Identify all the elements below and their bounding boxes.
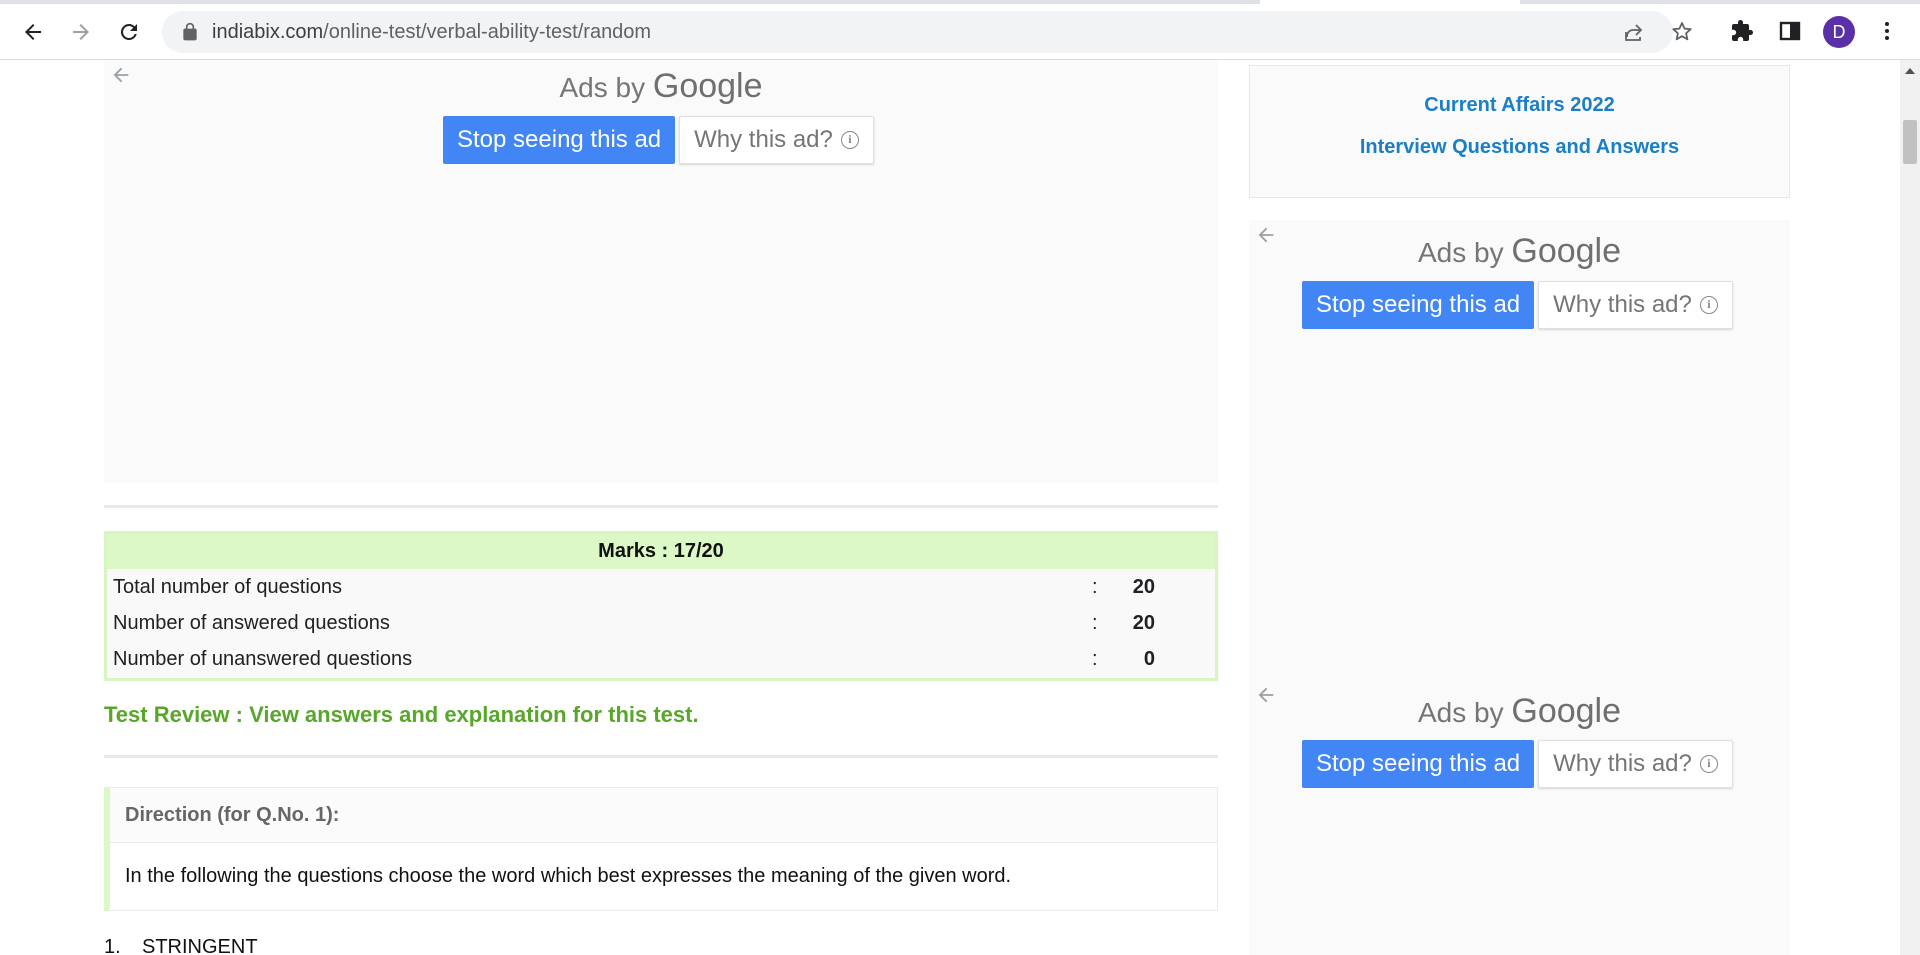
reload-button[interactable] <box>111 14 147 50</box>
info-icon: i <box>840 131 859 149</box>
summary-separator: : <box>1092 648 1098 670</box>
browser-toolbar: indiabix.com/online-test/verbal-ability-… <box>0 0 1920 60</box>
arrow-right-icon <box>73 24 89 40</box>
ad-banner-sidebar-2: Ads by Google Stop seeing this ad Why th… <box>1249 680 1790 955</box>
ads-by-google-label: Ads by Google <box>1249 692 1790 731</box>
why-this-ad-button[interactable]: Why this ad? i <box>1538 281 1733 329</box>
why-this-ad-label: Why this ad? <box>694 126 833 153</box>
direction-title: Direction (for Q.No. 1): <box>110 788 1217 843</box>
summary-value: 20 <box>1132 576 1155 598</box>
puzzle-icon <box>1732 20 1753 41</box>
summary-row-unanswered: Number of unanswered questions : 0 <box>107 641 1215 677</box>
back-button[interactable] <box>15 14 51 50</box>
google-logo: Google <box>652 67 763 105</box>
vertical-scrollbar[interactable] <box>1900 60 1920 955</box>
google-logo: Google <box>1511 692 1622 730</box>
direction-box: Direction (for Q.No. 1): In the followin… <box>104 787 1218 911</box>
page-content: Ads by Google Stop seeing this ad Why th… <box>0 60 1900 955</box>
why-this-ad-label: Why this ad? <box>1553 291 1692 318</box>
stop-seeing-ad-button[interactable]: Stop seeing this ad <box>1302 740 1535 788</box>
summary-label: Number of answered questions <box>113 612 390 634</box>
ads-by-text: Ads by <box>1417 697 1504 728</box>
arrow-left-icon <box>25 24 41 40</box>
divider <box>104 505 1218 508</box>
reload-icon <box>120 23 137 40</box>
kebab-menu-icon <box>1885 22 1889 40</box>
divider <box>104 755 1218 758</box>
ad-controls: Stop seeing this ad Why this ad? i <box>1302 740 1733 788</box>
summary-label: Number of unanswered questions <box>113 648 413 670</box>
question-word: STRINGENT <box>142 936 258 955</box>
ads-by-text: Ads by <box>1417 237 1504 268</box>
tab-strip-edge-right <box>1520 0 1920 4</box>
summary-label: Total number of questions <box>113 576 343 598</box>
test-review-link[interactable]: Test Review : View answers and explanati… <box>104 702 699 728</box>
side-panel-button[interactable] <box>1777 18 1803 44</box>
info-icon: i <box>1699 755 1718 773</box>
link-interview-questions[interactable]: Interview Questions and Answers <box>1250 136 1789 159</box>
marks-header: Marks : 17/20 <box>107 534 1215 569</box>
why-this-ad-button[interactable]: Why this ad? i <box>1538 740 1733 788</box>
question-item: 1. STRINGENT <box>104 936 258 955</box>
profile-avatar[interactable]: D <box>1823 16 1855 48</box>
ad-controls: Stop seeing this ad Why this ad? i <box>1302 281 1733 329</box>
direction-text: In the following the questions choose th… <box>125 865 1012 887</box>
forward-button[interactable] <box>63 14 99 50</box>
stop-seeing-ad-button[interactable]: Stop seeing this ad <box>443 116 676 164</box>
side-panel-icon <box>1779 21 1801 41</box>
summary-row-answered: Number of answered questions : 20 <box>107 605 1215 641</box>
scrollbar-thumb[interactable] <box>1903 120 1917 164</box>
summary-value: 20 <box>1132 612 1155 634</box>
marks-summary-table: Marks : 17/20 Total number of questions … <box>104 531 1218 681</box>
why-this-ad-button[interactable]: Why this ad? i <box>679 116 874 164</box>
why-this-ad-label: Why this ad? <box>1553 750 1692 777</box>
summary-separator: : <box>1092 576 1098 598</box>
link-current-affairs[interactable]: Current Affairs 2022 <box>1250 94 1789 117</box>
bookmark-star-icon[interactable] <box>1670 20 1694 44</box>
info-icon: i <box>1699 296 1718 314</box>
lock-icon <box>183 22 197 41</box>
summary-value: 0 <box>1143 648 1155 670</box>
ad-controls: Stop seeing this ad Why this ad? i <box>443 116 874 164</box>
ad-banner-main: Ads by Google Stop seeing this ad Why th… <box>104 60 1218 483</box>
summary-separator: : <box>1092 612 1098 634</box>
ads-by-google-label: Ads by Google <box>1249 232 1790 271</box>
google-logo: Google <box>1511 232 1622 270</box>
ads-by-google-label: Ads by Google <box>104 67 1218 106</box>
address-bar[interactable]: indiabix.com/online-test/verbal-ability-… <box>162 11 1692 53</box>
stop-seeing-ad-button[interactable]: Stop seeing this ad <box>1302 281 1535 329</box>
share-icon[interactable] <box>1622 20 1646 44</box>
sidebar-links-box: Current Affairs 2022 Interview Questions… <box>1249 65 1790 198</box>
browser-menu-button[interactable] <box>1874 18 1900 44</box>
ad-banner-sidebar-1: Ads by Google Stop seeing this ad Why th… <box>1249 220 1790 716</box>
question-number: 1. <box>104 936 121 955</box>
url-path: /online-test/verbal-ability-test/random <box>323 21 652 43</box>
summary-row-total: Total number of questions : 20 <box>107 569 1215 605</box>
scroll-up-arrow[interactable] <box>1905 68 1915 74</box>
extensions-button[interactable] <box>1729 18 1755 44</box>
tab-strip-edge <box>0 0 1260 4</box>
url-domain: indiabix.com <box>212 21 324 43</box>
ads-by-text: Ads by <box>559 72 646 103</box>
url-text: indiabix.com/online-test/verbal-ability-… <box>212 21 651 44</box>
